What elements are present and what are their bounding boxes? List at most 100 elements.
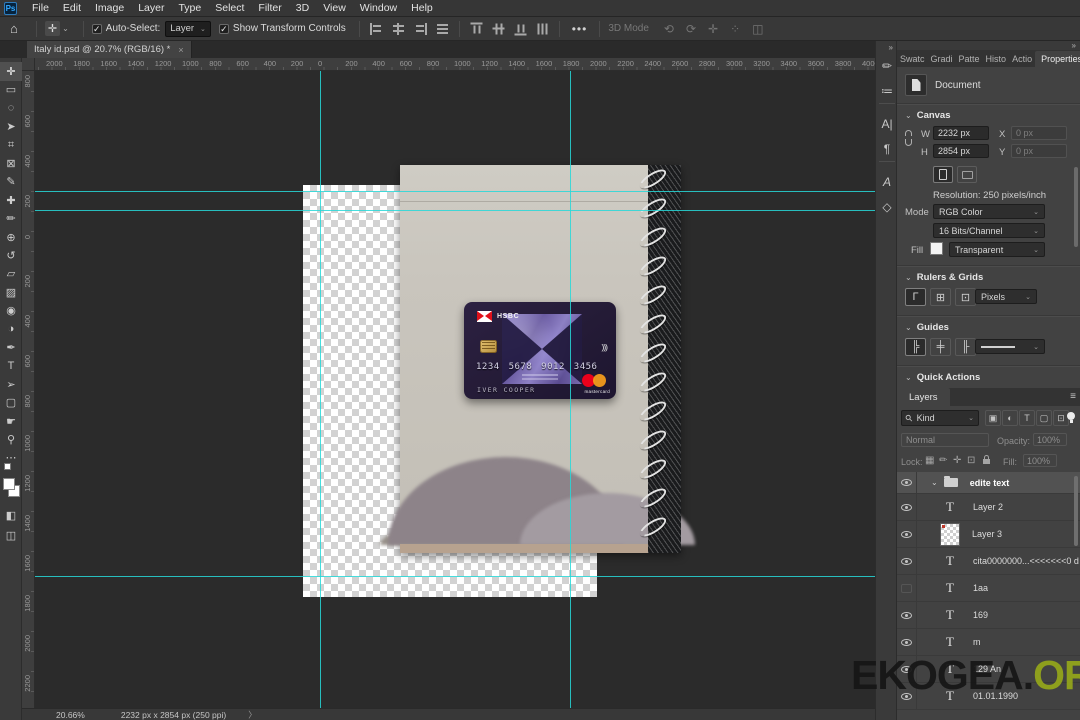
visibility-eye-icon[interactable] — [897, 656, 917, 682]
brush-tool[interactable]: ✏ — [0, 209, 22, 228]
align-al-d-icon[interactable] — [436, 23, 449, 35]
layer-row[interactable]: T 1aa — [897, 575, 1080, 602]
layer-name[interactable]: 129 An — [973, 664, 1001, 674]
tab-properties[interactable]: Properties — [1035, 51, 1080, 67]
show-transform-checkbox[interactable]: ✓ — [218, 23, 229, 34]
layer-name[interactable]: edite text — [970, 478, 1010, 488]
edit-toolbar-icon[interactable]: ⋯ — [0, 448, 22, 467]
lock-all-icon[interactable] — [983, 455, 990, 464]
ruler-grid-toggle-0-icon[interactable]: Γ — [905, 288, 926, 306]
fill-swatch[interactable] — [930, 242, 943, 255]
portrait-orientation-button[interactable] — [933, 166, 953, 183]
canvas-area[interactable]: HSBC ))) 1234 5678 9012 3456 IVER COOPER… — [35, 71, 875, 708]
filter-pixel-layers-icon[interactable]: ▣ — [985, 410, 1001, 426]
guide-vertical[interactable] — [570, 71, 571, 708]
document-tab[interactable]: Italy id.psd @ 20.7% (RGB/16) * × — [27, 41, 192, 58]
layer-filter-dropdown[interactable]: ⚲ Kind ⌄ — [901, 410, 979, 426]
home-icon[interactable]: ⌂ — [10, 21, 18, 36]
fill-dropdown[interactable]: Transparent ⌄ — [949, 242, 1045, 257]
blur-tool[interactable]: ◉ — [0, 301, 22, 320]
landscape-orientation-button[interactable] — [957, 166, 977, 183]
menu-help[interactable]: Help — [404, 0, 440, 16]
menu-edit[interactable]: Edit — [56, 0, 88, 16]
guide-horizontal[interactable] — [35, 210, 875, 211]
align-al-c-icon[interactable] — [392, 22, 405, 35]
menu-type[interactable]: Type — [171, 0, 208, 16]
visibility-eye-icon[interactable] — [897, 629, 917, 655]
layer-thumbnail[interactable] — [940, 522, 960, 546]
lasso-tool[interactable]: ◌ — [0, 99, 22, 118]
align-al-l-icon[interactable] — [369, 22, 383, 35]
paragraph-panel-icon[interactable]: ¶ — [876, 138, 898, 160]
quick-actions-section-header[interactable]: ⌄ Quick Actions — [905, 372, 980, 383]
menu-3d[interactable]: 3D — [289, 0, 316, 16]
panel-menu-icon[interactable]: ≡ — [1070, 392, 1076, 402]
tab-histo[interactable]: Histo — [983, 51, 1010, 67]
height-input[interactable]: 2854 px — [933, 144, 989, 158]
visibility-eye-empty[interactable] — [897, 575, 917, 601]
color-mode-dropdown[interactable]: RGB Color ⌄ — [933, 204, 1045, 219]
guides-section-header[interactable]: ⌄ Guides — [905, 322, 949, 333]
canvas-section-header[interactable]: ⌄ Canvas — [905, 110, 951, 121]
valign-al-c-icon[interactable] — [492, 22, 504, 35]
guide-style-dropdown[interactable]: ⌄ — [975, 339, 1045, 354]
layer-row[interactable]: T 01.01.1990 — [897, 683, 1080, 710]
layer-row[interactable]: Tm — [897, 629, 1080, 656]
layer-row[interactable]: T Layer 2 — [897, 494, 1080, 521]
valign-al-d-icon[interactable] — [536, 22, 548, 35]
eyedropper-tool[interactable]: ✎ — [0, 172, 22, 191]
menu-image[interactable]: Image — [88, 0, 131, 16]
lock-option-3-icon[interactable]: ⊡ — [967, 455, 975, 466]
visibility-eye-icon[interactable] — [897, 602, 917, 628]
layer-name[interactable]: 1aa — [973, 583, 988, 593]
layer-name[interactable]: Layer 2 — [973, 502, 1003, 512]
ruler-units-dropdown[interactable]: Pixels ⌄ — [975, 289, 1037, 304]
menu-view[interactable]: View — [316, 0, 353, 16]
layer-name[interactable]: cita0000000...<<<<<<<0 d — [973, 556, 1079, 566]
guide-toggle-2-icon[interactable]: ╟ — [955, 338, 976, 356]
tab-gradi[interactable]: Gradi — [928, 51, 956, 67]
layer-row[interactable]: T 129 An — [897, 656, 1080, 683]
tab-actio[interactable]: Actio — [1009, 51, 1035, 67]
filter-adjustment-layers-icon[interactable]: ◐ — [1002, 410, 1018, 426]
menu-window[interactable]: Window — [353, 0, 404, 16]
layer-row[interactable]: Tcita0000000...<<<<<<<0 d — [897, 548, 1080, 575]
visibility-eye-icon[interactable] — [897, 683, 917, 709]
width-input[interactable]: 2232 px — [933, 126, 989, 140]
layer-name[interactable]: m — [973, 637, 981, 647]
brushes-panel-icon[interactable]: ≔ — [876, 80, 898, 102]
tab-patte[interactable]: Patte — [956, 51, 983, 67]
move-tool[interactable]: ✛ — [0, 62, 22, 81]
visibility-eye-icon[interactable] — [897, 521, 917, 547]
layer-row[interactable]: T 169 — [897, 602, 1080, 629]
move-tool-preset-icon[interactable]: ✛ — [44, 21, 61, 36]
collapse-panels-icon[interactable]: » — [1072, 41, 1076, 50]
ruler-grid-toggle-1-icon[interactable]: ⊞ — [930, 288, 951, 306]
foreground-color-swatch[interactable] — [3, 478, 15, 490]
layers-scrollbar[interactable] — [1074, 476, 1078, 546]
crop-tool[interactable]: ⌗ — [0, 136, 22, 155]
properties-scrollbar[interactable] — [1074, 167, 1078, 247]
glyphs-panel-icon[interactable]: A — [876, 171, 898, 193]
brush-settings-panel-icon[interactable]: ✏ — [876, 55, 898, 77]
valign-al-r-icon[interactable] — [514, 22, 526, 35]
shape-tool[interactable]: ▢ — [0, 393, 22, 412]
character-panel-icon[interactable]: A| — [876, 113, 898, 135]
guide-toggle-1-icon[interactable]: ╪ — [930, 338, 951, 356]
layer-name[interactable]: 169 — [973, 610, 988, 620]
lock-option-1-icon[interactable]: ✏ — [939, 455, 947, 466]
healing-brush-tool[interactable]: ✚ — [0, 191, 22, 210]
screen-mode-icon[interactable]: ◫ — [0, 526, 22, 545]
path-select-tool[interactable]: ➢ — [0, 375, 22, 394]
group-expand-icon[interactable]: ⌄ — [931, 478, 938, 487]
layers-tab[interactable]: Layers — [897, 388, 950, 406]
guide-horizontal[interactable] — [35, 576, 875, 577]
credit-card-layer[interactable]: HSBC ))) 1234 5678 9012 3456 IVER COOPER… — [464, 302, 616, 399]
close-icon[interactable]: × — [178, 45, 183, 55]
filter-shape-layers-icon[interactable]: ▢ — [1036, 410, 1052, 426]
more-options-icon[interactable]: ••• — [572, 22, 588, 36]
layer-row[interactable]: Layer 3 — [897, 521, 1080, 548]
lock-option-0-icon[interactable]: ▦ — [925, 455, 934, 466]
horizontal-ruler[interactable]: 2000 1800 1600 1400 1200 1000 800 600 400 200 0 200… — [35, 58, 875, 71]
guide-horizontal[interactable] — [35, 191, 875, 192]
